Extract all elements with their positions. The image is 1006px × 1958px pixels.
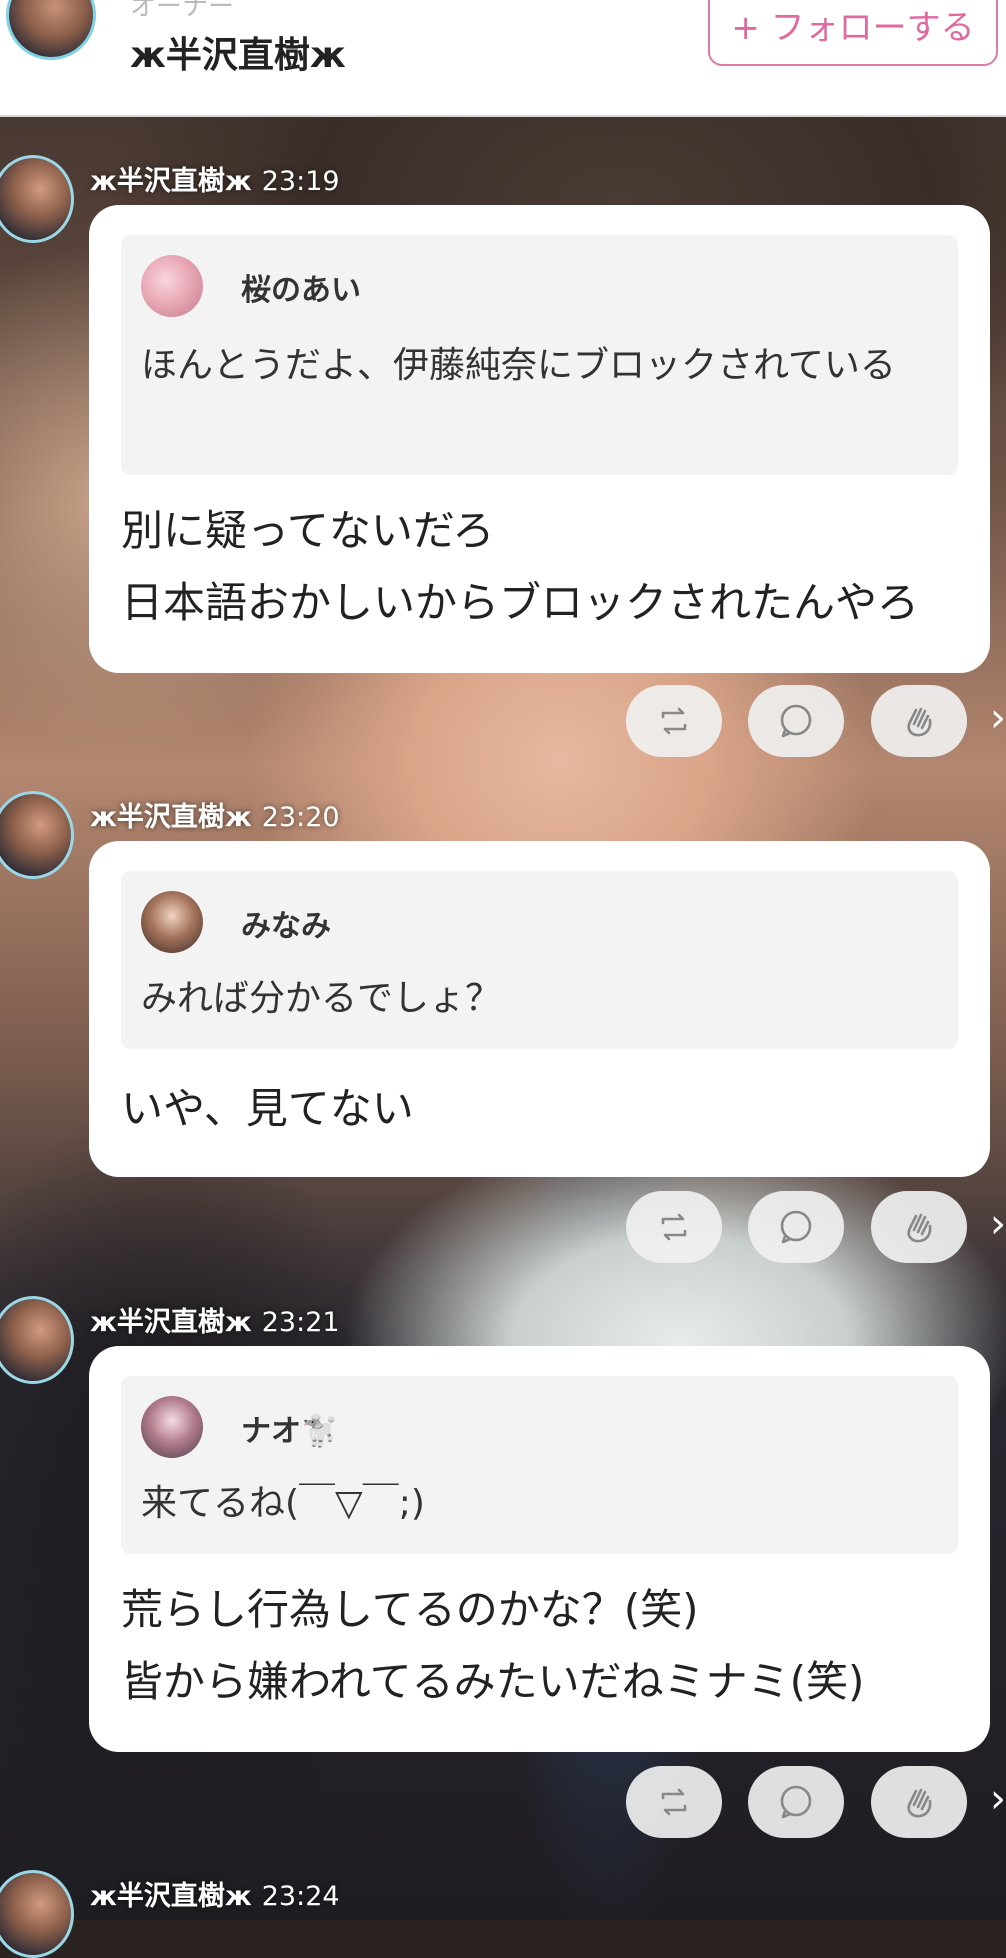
post-author: ж半沢直樹ж: [90, 166, 252, 197]
chevron-right-icon[interactable]: ›: [990, 695, 1006, 741]
comment-button[interactable]: [748, 1191, 844, 1263]
owner-name: ж半沢直樹ж: [130, 35, 346, 76]
clap-button[interactable]: [871, 1766, 967, 1838]
chevron-right-icon[interactable]: ›: [990, 1776, 1006, 1822]
clap-icon: [907, 1788, 932, 1818]
header-bar: オーナー ж半沢直樹ж + フォローする: [0, 0, 1006, 117]
post-actions: ›: [0, 685, 1006, 759]
quote-text: 来てるね(￣▽￣;): [141, 1483, 425, 1524]
clap-icon: [907, 1213, 932, 1243]
comment-icon: [780, 1210, 812, 1244]
chevron-right-icon[interactable]: ›: [990, 1201, 1006, 1247]
post-text: いや、見てない: [121, 1084, 414, 1133]
comment-icon: [780, 1785, 812, 1819]
owner-avatar[interactable]: [6, 0, 96, 60]
repost-icon: [661, 1213, 687, 1241]
post-author: ж半沢直樹ж: [90, 802, 252, 833]
message-bubble[interactable]: みなみ みれば分かるでしょ？ いや、見てない: [89, 841, 990, 1177]
post-author: ж半沢直樹ж: [90, 1881, 252, 1912]
quote-text: みれば分かるでしょ？: [141, 978, 502, 1019]
quoted-message[interactable]: ナオ🐩 来てるね(￣▽￣;): [121, 1376, 958, 1554]
post-time: 23:21: [261, 1307, 340, 1338]
repost-button[interactable]: [626, 1191, 722, 1263]
post-time: 23:20: [261, 802, 340, 833]
post-meta: ж半沢直樹ж 23:19: [90, 159, 340, 198]
repost-icon: [661, 707, 687, 735]
post-author: ж半沢直樹ж: [90, 1307, 252, 1338]
follow-button[interactable]: + フォローする: [708, 0, 998, 66]
post-time: 23:24: [261, 1881, 340, 1912]
owner-role-label: オーナー: [130, 0, 235, 22]
quote-author: ナオ🐩: [241, 1414, 339, 1449]
comment-icon: [780, 704, 812, 738]
post-meta: ж半沢直樹ж 23:24: [90, 1874, 340, 1913]
quote-avatar: [141, 1396, 203, 1458]
post-text: 荒らし行為してるのかな？(笑) 皆から嫌われてるみたいだねミナミ(笑): [121, 1585, 865, 1706]
post-actions: ›: [0, 1766, 1006, 1840]
quote-text: ほんとうだよ、伊藤純奈にブロックされている: [141, 345, 896, 386]
quote-avatar: [141, 891, 203, 953]
quote-author: 桜のあい: [241, 273, 361, 308]
post-meta: ж半沢直樹ж 23:20: [90, 795, 340, 834]
quote-avatar: [141, 255, 203, 317]
repost-icon: [661, 1788, 687, 1816]
comment-button[interactable]: [748, 1766, 844, 1838]
repost-button[interactable]: [626, 1766, 722, 1838]
quoted-message[interactable]: 桜のあい ほんとうだよ、伊藤純奈にブロックされている: [121, 235, 958, 475]
clap-button[interactable]: [871, 685, 967, 757]
clap-icon: [907, 707, 932, 737]
clap-button[interactable]: [871, 1191, 967, 1263]
post-meta: ж半沢直樹ж 23:21: [90, 1300, 340, 1339]
message-bubble[interactable]: 桜のあい ほんとうだよ、伊藤純奈にブロックされている 別に疑ってないだろ 日本語…: [89, 205, 990, 673]
quote-author: みなみ: [241, 909, 331, 944]
post-actions: ›: [0, 1191, 1006, 1265]
comment-button[interactable]: [748, 685, 844, 757]
repost-button[interactable]: [626, 685, 722, 757]
post-time: 23:19: [261, 166, 340, 197]
quoted-message[interactable]: みなみ みれば分かるでしょ？: [121, 871, 958, 1049]
post-text: 別に疑ってないだろ 日本語おかしいからブロックされたんやろ: [121, 506, 920, 627]
avatar[interactable]: [0, 1870, 74, 1958]
message-bubble[interactable]: ナオ🐩 来てるね(￣▽￣;) 荒らし行為してるのかな？(笑) 皆から嫌われてるみ…: [89, 1346, 990, 1752]
